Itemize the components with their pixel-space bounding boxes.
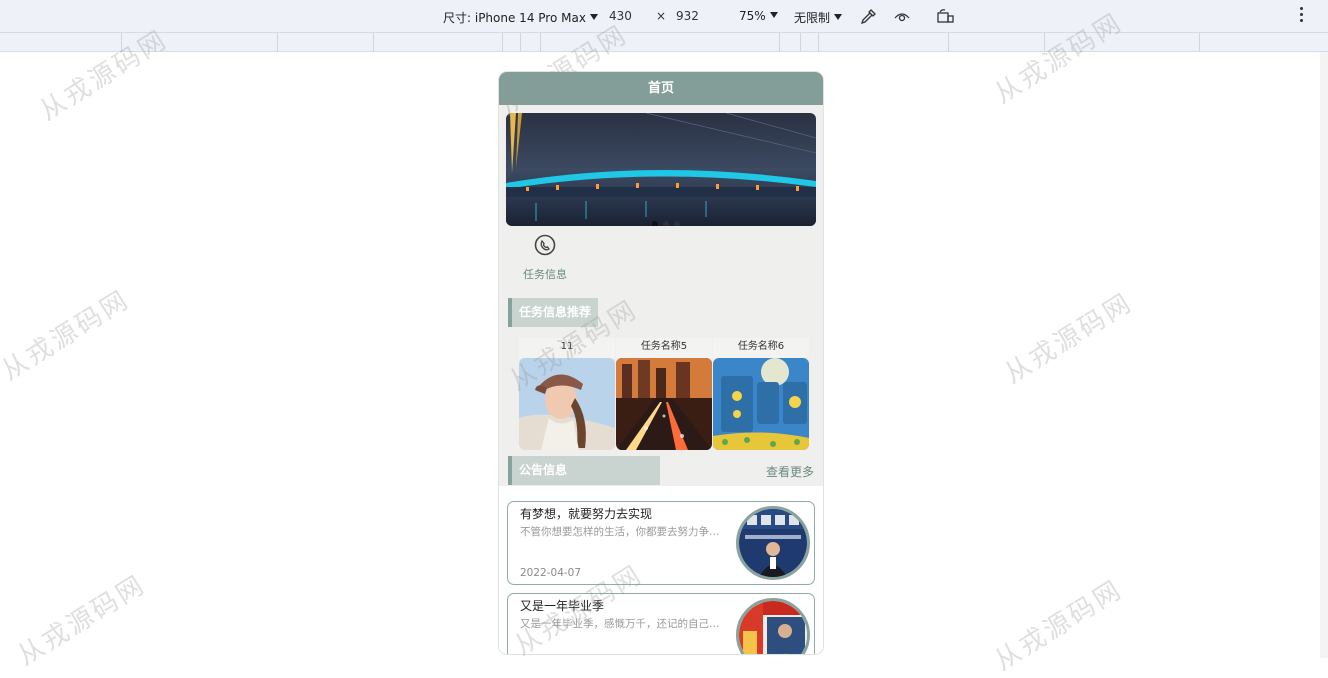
view-more-link[interactable]: 查看更多 bbox=[766, 463, 814, 480]
city-night-traffic-photo bbox=[616, 358, 712, 450]
height-input[interactable]: 932 bbox=[676, 9, 699, 23]
recommend-section-title: 任务信息推荐 bbox=[508, 298, 598, 327]
carousel-dot[interactable] bbox=[674, 221, 680, 226]
chevron-down-icon bbox=[834, 14, 843, 20]
notice-title: 又是一年毕业季 bbox=[520, 599, 605, 613]
notice-list: 有梦想，就要努力去实现 不管你想要怎样的生活，你都要去努力争取，不多尝试一些事情… bbox=[499, 486, 823, 654]
zoom-select[interactable]: 75% bbox=[739, 9, 778, 23]
notice-section-title: 公告信息 bbox=[508, 456, 660, 485]
width-input[interactable]: 430 bbox=[609, 9, 632, 23]
woman-in-cap-photo bbox=[519, 358, 615, 450]
eyedropper-icon[interactable] bbox=[859, 8, 877, 26]
device-select[interactable]: 尺寸: iPhone 14 Pro Max bbox=[443, 9, 598, 26]
zoom-label: 75% bbox=[739, 9, 766, 23]
bridge-night-photo bbox=[506, 113, 816, 226]
recommend-cards: 11 任务名称5 任务名称6 bbox=[519, 338, 809, 450]
recommend-card[interactable]: 11 bbox=[519, 338, 615, 450]
notice-item[interactable]: 有梦想，就要努力去实现 不管你想要怎样的生活，你都要去努力争取，不多尝试一些事情… bbox=[507, 501, 815, 585]
device-label: 尺寸: iPhone 14 Pro Max bbox=[443, 11, 586, 25]
carousel-dot[interactable] bbox=[652, 221, 658, 226]
notice-desc: 不管你想要怎样的生活，你都要去努力争取，不多尝试一些事情怎么知道自己适合什么、不… bbox=[520, 526, 725, 538]
throttle-label: 无限制 bbox=[794, 11, 831, 25]
magazine-cover-photo bbox=[739, 601, 807, 654]
rotate-device-icon[interactable] bbox=[936, 8, 956, 26]
phone-frame: 首页 任务信息 任务信息推荐 11 任务名称5 任务名称6 公告信息 查看更多 … bbox=[499, 72, 823, 654]
card-title: 任务名称5 bbox=[616, 338, 712, 358]
carousel-dot[interactable] bbox=[663, 221, 669, 226]
phone-icon bbox=[534, 234, 556, 256]
notice-desc: 又是一年毕业季，感慨万千，还记的自己当年毕业时的情景 bbox=[520, 618, 725, 630]
recommend-card[interactable]: 任务名称5 bbox=[616, 338, 712, 450]
banner-carousel[interactable] bbox=[506, 113, 816, 226]
throttle-select[interactable]: 无限制 bbox=[794, 9, 843, 26]
card-title: 任务名称6 bbox=[713, 338, 809, 358]
quick-link-task-info[interactable]: 任务信息 bbox=[515, 234, 575, 282]
press-conference-photo bbox=[739, 509, 807, 577]
media-query-ruler bbox=[0, 33, 1328, 52]
notice-item[interactable]: 又是一年毕业季 又是一年毕业季，感慨万千，还记的自己当年毕业时的情景 bbox=[507, 593, 815, 654]
quick-link-label: 任务信息 bbox=[523, 268, 567, 281]
more-options-icon[interactable] bbox=[1300, 7, 1304, 25]
chevron-down-icon bbox=[589, 14, 598, 20]
weather-app-photo bbox=[713, 358, 809, 450]
card-title: 11 bbox=[519, 338, 615, 358]
carousel-dots[interactable] bbox=[652, 212, 685, 226]
notice-date: 2022-04-07 bbox=[520, 567, 582, 579]
chevron-down-icon bbox=[769, 12, 778, 18]
times-sign: × bbox=[656, 9, 667, 23]
devtools-toolbar: 尺寸: iPhone 14 Pro Max 430 × 932 75% 无限制 bbox=[0, 0, 1328, 33]
recommend-card[interactable]: 任务名称6 bbox=[713, 338, 809, 450]
scrollbar[interactable] bbox=[1320, 52, 1328, 658]
page-title: 首页 bbox=[499, 72, 823, 105]
eye-icon[interactable] bbox=[893, 8, 911, 26]
notice-title: 有梦想，就要努力去实现 bbox=[520, 507, 653, 521]
